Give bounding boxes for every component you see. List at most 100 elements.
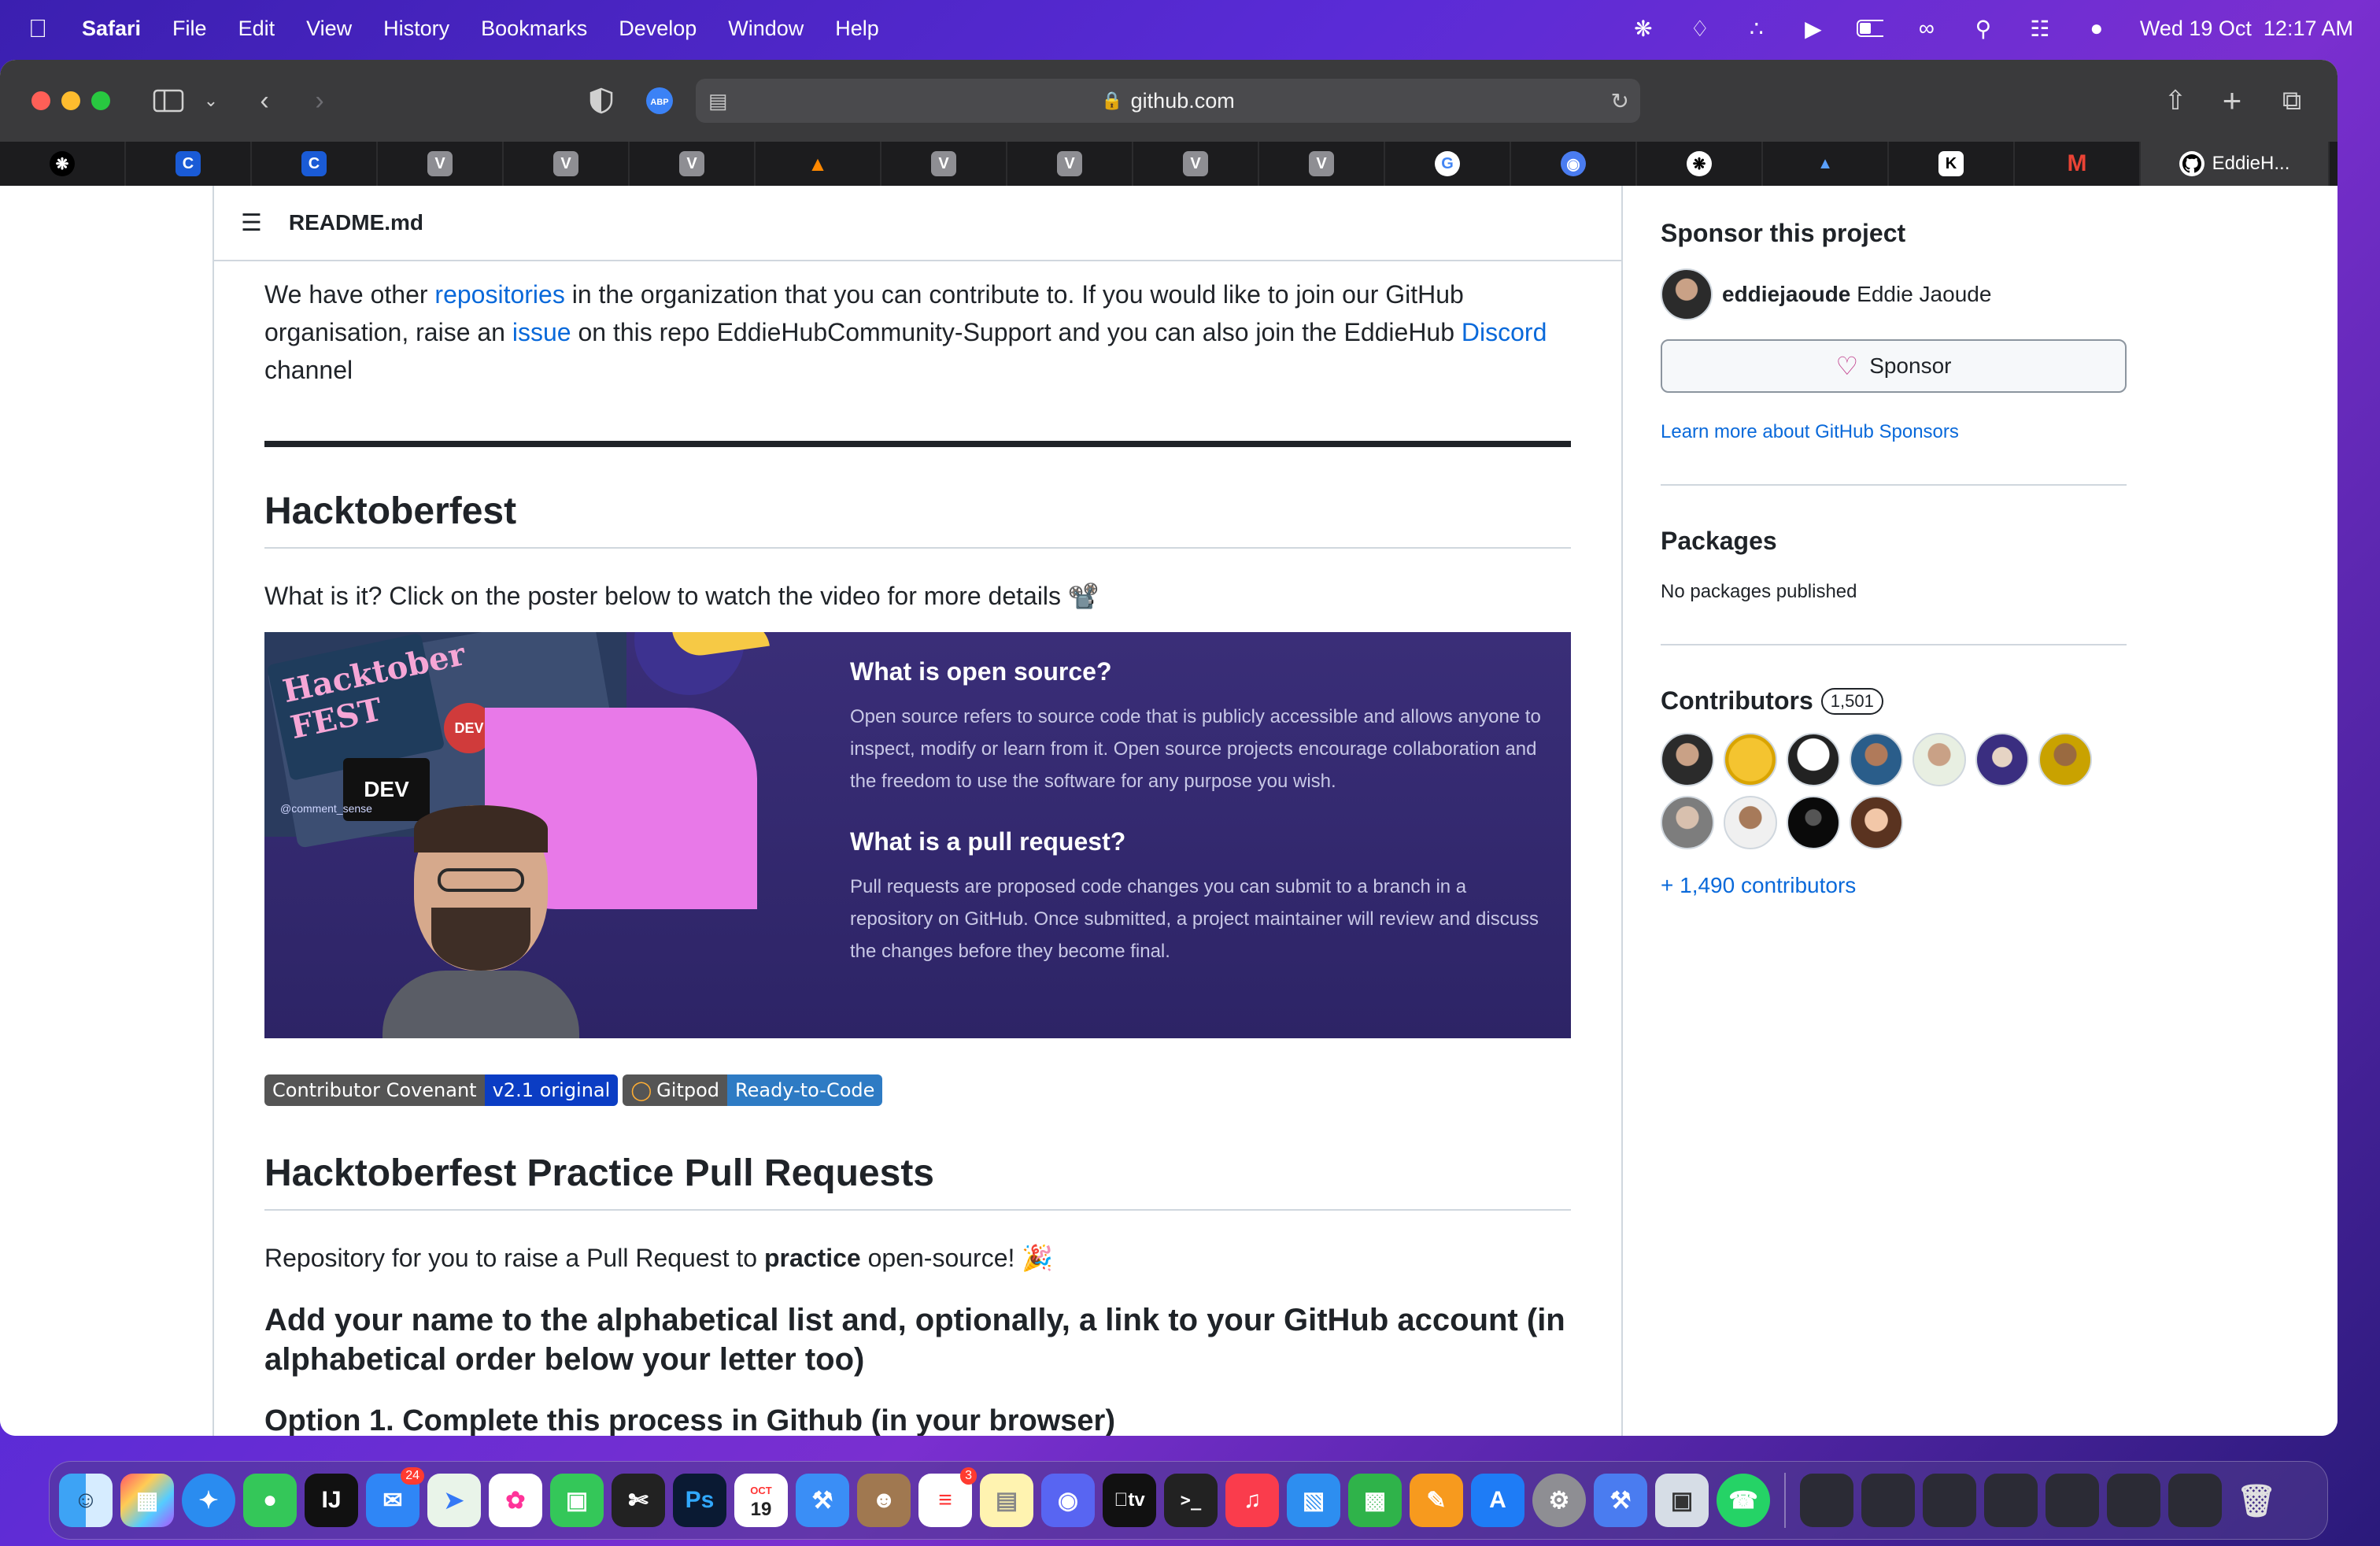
contributor-avatar[interactable] [1787, 796, 1840, 849]
preview-icon[interactable]: ▣ [1655, 1474, 1709, 1527]
chevron-down-icon[interactable]: ⌄ [194, 83, 228, 118]
layers-status-icon[interactable]: ♢ [1687, 17, 1713, 41]
sponsor-button[interactable]: ♡ Sponsor [1661, 339, 2127, 393]
minimized-window-thumbnail[interactable] [1984, 1474, 2038, 1527]
new-tab-icon[interactable]: + [2215, 82, 2249, 119]
menu-edit[interactable]: Edit [238, 17, 275, 41]
tab-8[interactable]: V [881, 142, 1007, 186]
xcode-icon[interactable]: ⚒ [796, 1474, 849, 1527]
zoom-window-button[interactable] [91, 91, 110, 110]
reader-icon[interactable]: ▤ [708, 89, 728, 113]
url-text[interactable]: github.com [1131, 89, 1235, 113]
tab-4[interactable]: V [378, 142, 504, 186]
terminal-icon[interactable]: >_ [1164, 1474, 1218, 1527]
video-poster[interactable]: Hacktober FEST DEV DEV @comment_sense Wh… [264, 632, 1571, 1038]
tab-14[interactable]: ❋ [1637, 142, 1763, 186]
tab-15[interactable]: ▲ [1763, 142, 1889, 186]
tab-1[interactable]: ❋ [0, 142, 126, 186]
contributor-avatar[interactable] [1661, 796, 1714, 849]
contributor-avatar[interactable] [1850, 733, 1903, 786]
tab-11[interactable]: V [1259, 142, 1385, 186]
finder-icon[interactable]: ☺ [59, 1474, 113, 1527]
final-cut-icon[interactable]: ✄ [612, 1474, 665, 1527]
menu-help[interactable]: Help [835, 17, 879, 41]
menu-app-name[interactable]: Safari [82, 17, 141, 41]
sponsor-user[interactable]: eddiejaoude Eddie Jaoude [1661, 268, 2127, 320]
reminders-icon[interactable]: ≡ 3 [918, 1467, 977, 1527]
learn-sponsors-link[interactable]: Learn more about GitHub Sponsors [1661, 421, 2127, 443]
music-icon[interactable]: ♫ [1225, 1474, 1279, 1527]
gitpod-badge[interactable]: ◯ Gitpod Ready-to-Code [623, 1074, 883, 1106]
chatgpt-status-icon[interactable]: ❋ [1630, 17, 1657, 41]
tab-12[interactable]: G [1385, 142, 1511, 186]
contributor-avatar[interactable] [1661, 733, 1714, 786]
address-bar[interactable]: ▤ 🔒 github.com ↻ [696, 79, 1640, 123]
maps-icon[interactable]: ➤ [427, 1474, 481, 1527]
contributor-covenant-badge[interactable]: Contributor Covenant v2.1 original [264, 1074, 619, 1106]
discord-link[interactable]: Discord [1462, 318, 1547, 346]
menu-bookmarks[interactable]: Bookmarks [481, 17, 587, 41]
contributor-avatar[interactable] [1850, 796, 1903, 849]
tab-16[interactable]: K [1889, 142, 2015, 186]
siri-icon[interactable]: ● [2083, 16, 2110, 40]
tab-13[interactable]: ◉ [1511, 142, 1637, 186]
tab-github-active[interactable]: EddieH... [2141, 142, 2330, 186]
minimize-window-button[interactable] [61, 91, 80, 110]
sponsor-username[interactable]: eddiejaoude [1722, 282, 1850, 307]
adblock-extension-icon[interactable]: ABP [642, 83, 677, 118]
contacts-icon[interactable]: ☻ [857, 1474, 911, 1527]
menu-view[interactable]: View [306, 17, 352, 41]
tab-6[interactable]: V [630, 142, 756, 186]
tab-3[interactable]: C [252, 142, 378, 186]
whatsapp-icon[interactable]: ☎ [1717, 1474, 1770, 1527]
photos-icon[interactable]: ✿ [489, 1474, 542, 1527]
apple-icon[interactable]:  [28, 14, 47, 43]
discord-icon[interactable]: ◉ [1041, 1474, 1095, 1527]
battery-icon[interactable] [1856, 17, 1883, 40]
tab-10[interactable]: V [1133, 142, 1259, 186]
contributor-avatar[interactable] [1787, 733, 1840, 786]
contributor-avatar[interactable] [1913, 733, 1966, 786]
minimized-window-thumbnail[interactable] [2168, 1474, 2222, 1527]
mail-icon[interactable]: ✉ 24 [366, 1467, 424, 1527]
trash-icon[interactable]: 🗑 [2230, 1474, 2283, 1527]
pages-icon[interactable]: ✎ [1410, 1474, 1463, 1527]
link-status-icon[interactable]: ∞ [1913, 16, 1940, 40]
apple-tv-icon[interactable]: tv [1103, 1474, 1156, 1527]
tab-overview-icon[interactable]: ⧉ [2275, 83, 2309, 118]
forward-button[interactable]: › [302, 83, 337, 118]
minimized-window-thumbnail[interactable] [1861, 1474, 1915, 1527]
minimized-window-thumbnail[interactable] [2046, 1474, 2099, 1527]
photoshop-icon[interactable]: Ps [673, 1474, 726, 1527]
packages-title[interactable]: Packages [1661, 527, 2127, 556]
control-center-icon[interactable]: ☷ [2027, 17, 2053, 41]
contributor-avatar[interactable] [2038, 733, 2092, 786]
tab-5[interactable]: V [504, 142, 630, 186]
play-status-icon[interactable]: ▶ [1800, 17, 1827, 41]
close-window-button[interactable] [31, 91, 50, 110]
facetime-icon[interactable]: ▣ [550, 1474, 604, 1527]
intellij-icon[interactable]: IJ [305, 1474, 358, 1527]
safari-icon[interactable]: ✦ [182, 1474, 235, 1527]
tab-2[interactable]: C [126, 142, 252, 186]
tab-7[interactable]: ▲ [756, 142, 881, 186]
numbers-icon[interactable]: ▩ [1348, 1474, 1402, 1527]
menu-file[interactable]: File [172, 17, 207, 41]
more-contributors-link[interactable]: + 1,490 contributors [1661, 873, 2127, 898]
contributors-title[interactable]: Contributors [1661, 686, 1813, 716]
share-icon[interactable]: ⇧ [2158, 83, 2193, 118]
outline-list-icon[interactable]: ☰ [241, 209, 262, 237]
messages-icon[interactable]: ● [243, 1474, 297, 1527]
notes-icon[interactable]: ▤ [980, 1474, 1033, 1527]
reload-icon[interactable]: ↻ [1611, 88, 1629, 114]
minimized-window-thumbnail[interactable] [1800, 1474, 1853, 1527]
issue-link[interactable]: issue [512, 318, 571, 346]
system-preferences-icon[interactable]: ⚙ [1532, 1474, 1586, 1527]
contributor-avatar[interactable] [1724, 733, 1777, 786]
privacy-shield-icon[interactable] [584, 83, 619, 118]
repositories-link[interactable]: repositories [434, 280, 564, 309]
contributor-avatar[interactable] [1975, 733, 2029, 786]
xcode-simulator-icon[interactable]: ⚒ [1594, 1474, 1647, 1527]
calendar-icon[interactable]: OCT 19 [734, 1474, 788, 1527]
sidebar-toggle-icon[interactable] [151, 83, 186, 118]
